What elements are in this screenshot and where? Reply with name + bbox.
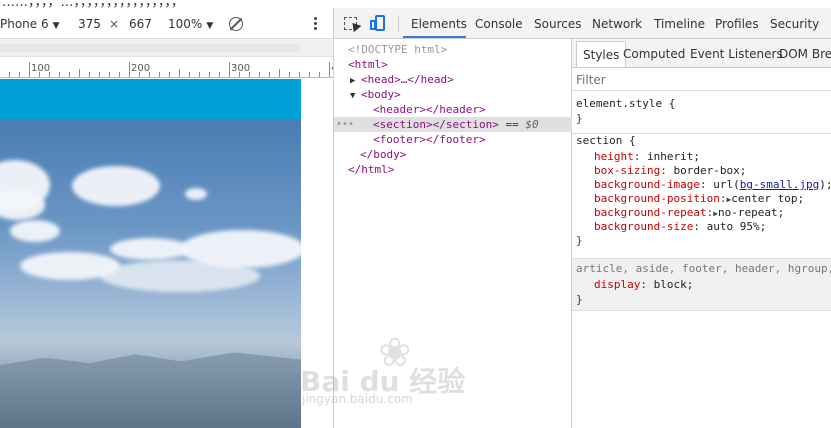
sky-background-image (0, 120, 301, 428)
property-background-size[interactable]: background-size: auto 95%; (572, 220, 831, 234)
tab-network[interactable]: Network (592, 17, 642, 31)
active-tab-indicator (403, 36, 466, 38)
chevron-down-icon: ▼ (52, 21, 60, 31)
ruler-tick (99, 72, 100, 77)
user-agent-rule[interactable]: article, aside, footer, header, hgroup, … (572, 258, 831, 311)
property-box-sizing[interactable]: box-sizing: border-box; (572, 164, 831, 178)
tree-line-body-close[interactable]: </body> (334, 147, 572, 162)
ruler-tick (269, 72, 270, 77)
ruler-tick (309, 72, 310, 77)
ruler-tick (179, 69, 180, 77)
emulated-viewport[interactable] (0, 79, 301, 428)
ruler-tick (229, 62, 230, 77)
ruler-tick (19, 72, 20, 77)
ruler-tick (189, 72, 190, 77)
media-query-bar[interactable] (0, 39, 333, 57)
tree-line-head[interactable]: ▶ <head>…</head> (334, 72, 572, 87)
ruler-tick (109, 72, 110, 77)
ruler-tick (199, 72, 200, 77)
ruler-tick (79, 69, 80, 77)
tab-console[interactable]: Console (475, 17, 523, 31)
tab-event-listeners[interactable]: Event Listeners (690, 47, 783, 61)
tab-timeline[interactable]: Timeline (654, 17, 705, 31)
rule-element-style[interactable]: element.style { (572, 97, 831, 111)
ruler-tick (169, 72, 170, 77)
ruler-tick (129, 62, 130, 77)
ruler-tick (329, 62, 330, 77)
horizontal-ruler: 1002003004 (0, 62, 333, 78)
tree-line-header[interactable]: <header></header> (334, 102, 572, 117)
ruler-tick (69, 72, 70, 77)
ruler-tick (219, 72, 220, 77)
tree-line-body[interactable]: ▼ <body> (334, 87, 572, 102)
height-field[interactable]: 667 (129, 17, 152, 31)
top-cut-text: ……，，，，…，，，，，，，，，，，，，，，， (0, 0, 831, 8)
tab-dom-breakpoints[interactable]: DOM Brea (779, 47, 831, 61)
ruler-tick (89, 72, 90, 77)
devtools-tabbar: Elements Console Sources Network Timelin… (334, 8, 831, 39)
styles-sidebar: Styles Computed Event Listeners DOM Brea… (572, 39, 831, 428)
device-toolbar: Phone 6 ▼ 375 × 667 100% ▼ (0, 8, 333, 39)
tab-sources[interactable]: Sources (534, 17, 581, 31)
rule-close: } (576, 234, 583, 247)
ruler-tick (299, 72, 300, 77)
ua-selector: article, aside, footer, header, hgroup, … (576, 262, 831, 275)
devtools-panel: Elements Console Sources Network Timelin… (334, 8, 831, 428)
more-options-icon[interactable] (310, 15, 320, 33)
tree-line-html[interactable]: <html> (334, 57, 572, 72)
tree-line-doctype[interactable]: <!DOCTYPE html> (334, 42, 572, 57)
property-display[interactable]: display: block; (572, 278, 831, 292)
bg-image-link[interactable]: bg-small.jpg (740, 178, 819, 191)
device-emulation-pane: Phone 6▼ 375 × 667 100%▼ 1002003004 (0, 8, 334, 428)
width-field[interactable]: 375 (78, 17, 101, 31)
rule-close: } (576, 293, 583, 306)
tree-line-section-selected[interactable]: ••• <section></section> == $0 (334, 117, 572, 132)
chevron-down-icon: ▼ (206, 21, 214, 31)
device-select[interactable]: Phone 6 ▼ (0, 17, 60, 31)
ruler-label: 300 (231, 63, 251, 74)
tab-profiles[interactable]: Profiles (715, 17, 759, 31)
tree-line-html-close[interactable]: </html> (334, 162, 572, 177)
property-background-image[interactable]: background-image: url(bg-small.jpg); (572, 178, 831, 192)
ruler-tick (29, 62, 30, 77)
device-mode-icon[interactable] (370, 15, 386, 32)
ruler-tick (289, 72, 290, 77)
elements-tree: <!DOCTYPE html> <html> ▶ <head>…</head> ▼… (334, 39, 572, 428)
ruler-label: 200 (131, 63, 151, 74)
styles-filter-input[interactable] (576, 72, 824, 88)
tab-computed[interactable]: Computed (623, 47, 685, 61)
filter-row (572, 68, 831, 91)
ruler-tick (159, 72, 160, 77)
ruler-tick (119, 72, 120, 77)
ruler-label: 100 (31, 63, 51, 74)
property-background-repeat[interactable]: background-repeat:▶no-repeat; (572, 206, 831, 220)
times-sign: × (109, 17, 120, 31)
ruler-tick (259, 72, 260, 77)
property-background-position[interactable]: background-position:▶center top; (572, 192, 831, 206)
ruler-tick (209, 72, 210, 77)
property-height[interactable]: height: inherit; (572, 150, 831, 164)
tab-styles[interactable]: Styles (576, 41, 627, 67)
tab-security[interactable]: Security (770, 17, 819, 31)
styles-tabbar: Styles Computed Event Listeners DOM Brea (572, 39, 831, 68)
ruler-tick (9, 72, 10, 77)
tab-elements[interactable]: Elements (411, 17, 467, 31)
inspect-element-icon[interactable] (344, 17, 357, 30)
ruler-tick (279, 69, 280, 77)
rule-section[interactable]: section { (572, 133, 831, 147)
ruler-tick (59, 72, 60, 77)
tree-line-footer[interactable]: <footer></footer> (334, 132, 572, 147)
page-header-bar (0, 79, 301, 120)
zoom-select[interactable]: 100% ▼ (168, 17, 213, 31)
rotate-icon[interactable] (229, 17, 243, 31)
rule-close: } (576, 112, 583, 125)
ruler-tick (319, 72, 320, 77)
